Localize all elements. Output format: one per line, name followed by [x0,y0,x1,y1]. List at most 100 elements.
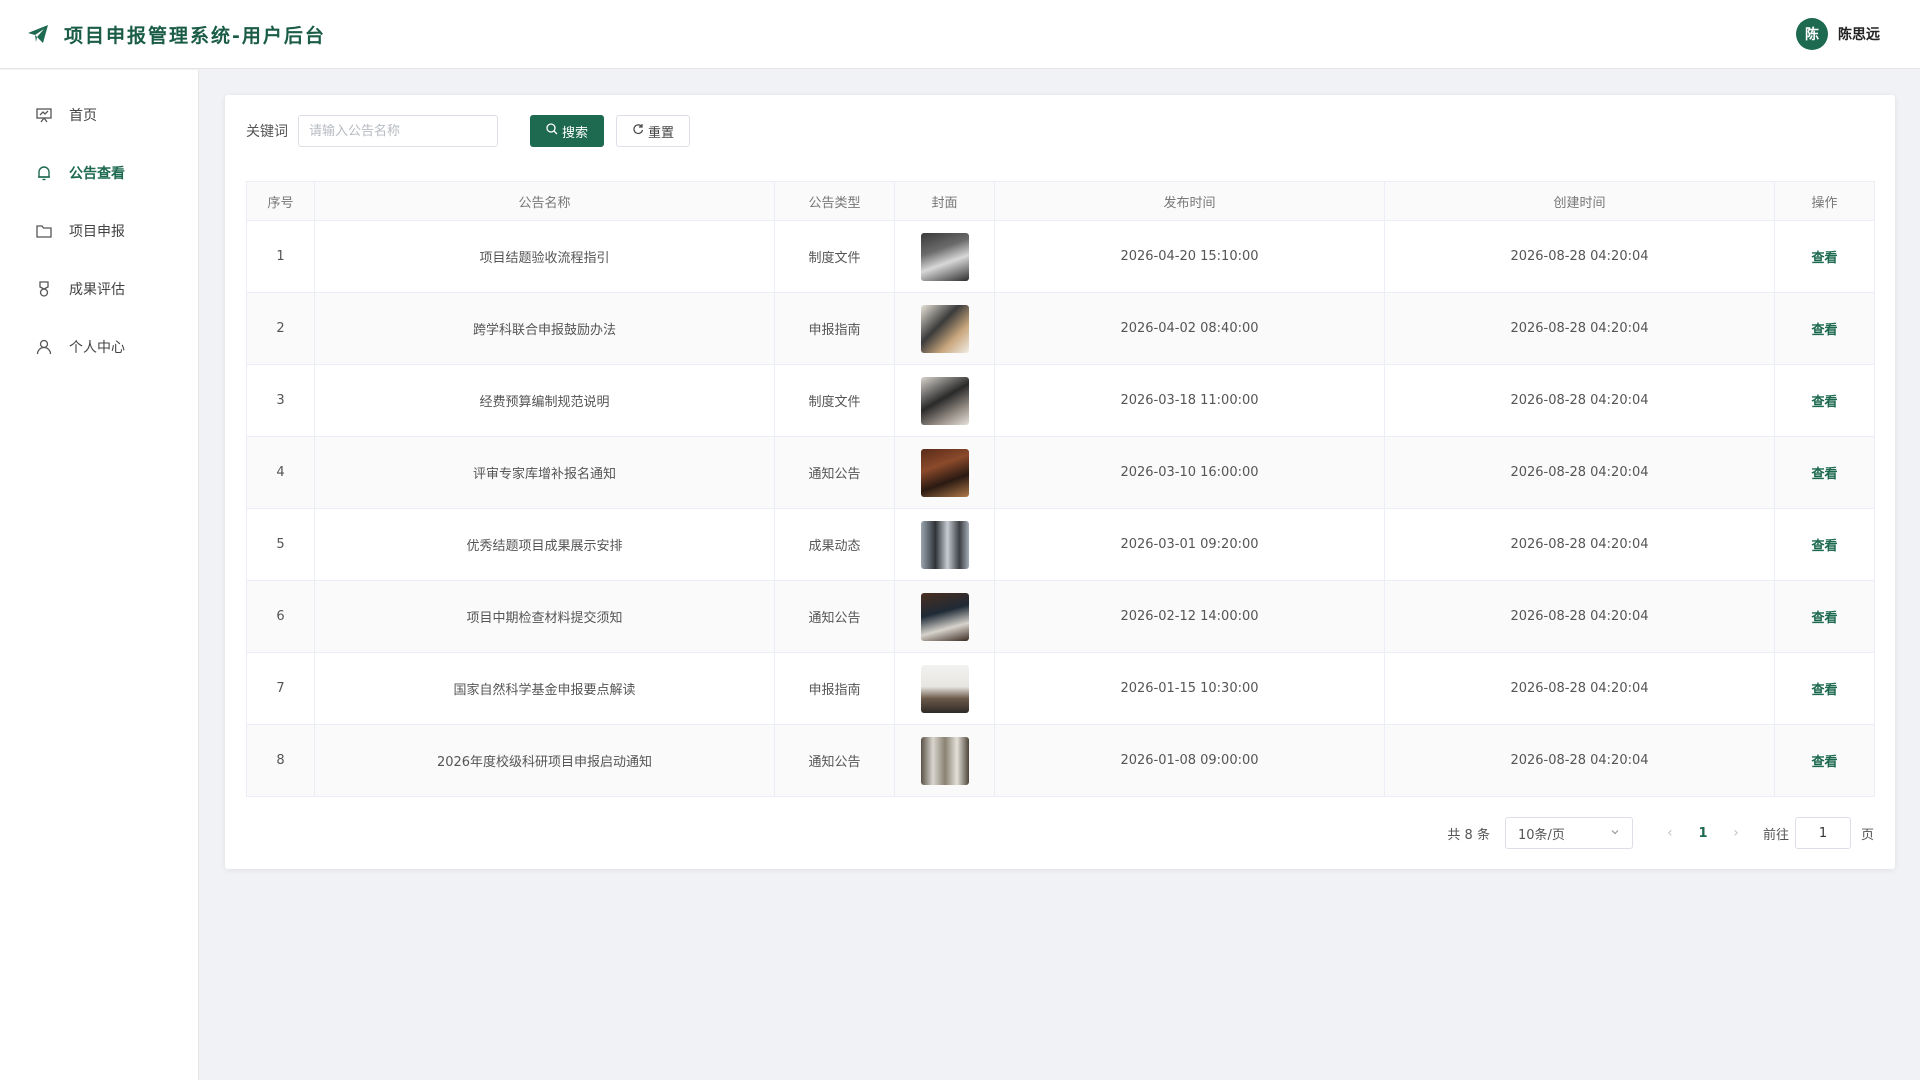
column-header: 发布时间 [994,181,1385,221]
cell-action: 查看 [1774,220,1875,293]
column-header: 封面 [894,181,995,221]
presentation-icon [35,106,53,124]
cell-action: 查看 [1774,436,1875,509]
sidebar-item-profile[interactable]: 个人中心 [0,318,198,376]
view-link[interactable]: 查看 [1811,539,1837,554]
cell-name: 优秀结题项目成果展示安排 [314,508,775,581]
cell-name: 经费预算编制规范说明 [314,364,775,437]
announcement-table: 序号 公告名称 公告类型 封面 发布时间 创建时间 操作 1 项目结题验收流程指… [246,181,1875,797]
cell-name: 项目结题验收流程指引 [314,220,775,293]
cover-image[interactable] [920,664,969,713]
user-menu[interactable]: 陈 陈思远 [1796,18,1894,50]
cover-image[interactable] [920,448,969,497]
cell-type: 通知公告 [774,436,895,509]
cell-no: 1 [246,220,315,293]
column-header: 公告类型 [774,181,895,221]
table-row: 6 项目中期检查材料提交须知 通知公告 2026-02-12 14:00:00 … [246,580,1875,653]
cell-cover [894,364,995,437]
cell-type: 通知公告 [774,580,895,653]
cell-cover [894,580,995,653]
keyword-input[interactable] [298,115,498,147]
view-link[interactable]: 查看 [1811,395,1837,410]
search-button[interactable]: 搜索 [530,115,604,147]
table-row: 2 跨学科联合申报鼓励办法 申报指南 2026-04-02 08:40:00 2… [246,292,1875,365]
search-button-label: 搜索 [561,125,588,141]
cell-no: 8 [246,724,315,797]
avatar[interactable]: 陈 [1796,18,1828,50]
goto-page-input[interactable] [1794,817,1851,849]
top-header: 项目申报管理系统-用户后台 陈 陈思远 [0,0,1920,69]
cover-image[interactable] [920,520,969,569]
cell-created: 2026-08-28 04:20:04 [1384,652,1775,725]
sidebar-item-home[interactable]: 首页 [0,86,198,144]
page-number-current[interactable]: 1 [1685,826,1721,841]
sidebar-item-project-apply[interactable]: 项目申报 [0,202,198,260]
cell-action: 查看 [1774,364,1875,437]
cover-image[interactable] [920,376,969,425]
folder-icon [35,222,53,240]
view-link[interactable]: 查看 [1811,323,1837,338]
search-bar: 关键词 搜索 重置 [246,115,1874,147]
cell-type: 申报指南 [774,652,895,725]
cell-no: 7 [246,652,315,725]
cell-no: 5 [246,508,315,581]
cell-published: 2026-03-10 16:00:00 [994,436,1385,509]
paper-plane-icon [26,22,50,46]
column-header: 创建时间 [1384,181,1775,221]
total-count: 共 8 条 [1447,827,1490,843]
bell-icon [35,164,53,182]
cell-cover [894,436,995,509]
cell-action: 查看 [1774,292,1875,365]
cell-created: 2026-08-28 04:20:04 [1384,364,1775,437]
next-page-icon[interactable]: › [1721,825,1751,841]
cell-created: 2026-08-28 04:20:04 [1384,292,1775,365]
table-row: 4 评审专家库增补报名通知 通知公告 2026-03-10 16:00:00 2… [246,436,1875,509]
cover-image[interactable] [920,736,969,785]
view-link[interactable]: 查看 [1811,683,1837,698]
chevron-down-icon [1610,826,1620,841]
view-link[interactable]: 查看 [1811,755,1837,770]
cell-created: 2026-08-28 04:20:04 [1384,724,1775,797]
prev-page-icon[interactable]: ‹ [1655,825,1685,841]
cover-image[interactable] [920,304,969,353]
cover-image[interactable] [920,232,969,281]
cover-image[interactable] [920,592,969,641]
cell-name: 2026年度校级科研项目申报启动通知 [314,724,775,797]
pagination: 共 8 条 10条/页 ‹ 1 › 前往 页 [1447,817,1874,849]
view-link[interactable]: 查看 [1811,611,1837,626]
table-row: 1 项目结题验收流程指引 制度文件 2026-04-20 15:10:00 20… [246,220,1875,293]
username[interactable]: 陈思远 [1838,24,1880,44]
refresh-icon [632,123,644,139]
cell-name: 跨学科联合申报鼓励办法 [314,292,775,365]
app-title: 项目申报管理系统-用户后台 [64,24,326,47]
medal-icon [35,280,53,298]
sidebar-item-announcements[interactable]: 公告查看 [0,144,198,202]
cell-published: 2026-04-20 15:10:00 [994,220,1385,293]
table-header-row: 序号 公告名称 公告类型 封面 发布时间 创建时间 操作 [246,181,1875,221]
cell-created: 2026-08-28 04:20:04 [1384,436,1775,509]
reset-button[interactable]: 重置 [616,115,690,147]
sidebar-item-label: 项目申报 [69,224,125,240]
cell-cover [894,292,995,365]
table-row: 5 优秀结题项目成果展示安排 成果动态 2026-03-01 09:20:00 … [246,508,1875,581]
keyword-label: 关键词 [246,124,288,140]
cell-action: 查看 [1774,652,1875,725]
cell-published: 2026-01-15 10:30:00 [994,652,1385,725]
table-row: 8 2026年度校级科研项目申报启动通知 通知公告 2026-01-08 09:… [246,724,1875,797]
search-icon [546,123,558,139]
announcement-panel: 关键词 搜索 重置 序号 公告名称 [225,95,1895,869]
cell-published: 2026-03-01 09:20:00 [994,508,1385,581]
cell-no: 6 [246,580,315,653]
page-size-select[interactable]: 10条/页 [1504,817,1633,849]
cell-action: 查看 [1774,724,1875,797]
view-link[interactable]: 查看 [1811,467,1837,482]
cell-action: 查看 [1774,580,1875,653]
cell-no: 4 [246,436,315,509]
cell-created: 2026-08-28 04:20:04 [1384,220,1775,293]
column-header: 序号 [246,181,315,221]
column-header: 公告名称 [314,181,775,221]
cell-published: 2026-02-12 14:00:00 [994,580,1385,653]
view-link[interactable]: 查看 [1811,251,1837,266]
sidebar-item-label: 个人中心 [69,340,125,356]
sidebar-item-evaluation[interactable]: 成果评估 [0,260,198,318]
